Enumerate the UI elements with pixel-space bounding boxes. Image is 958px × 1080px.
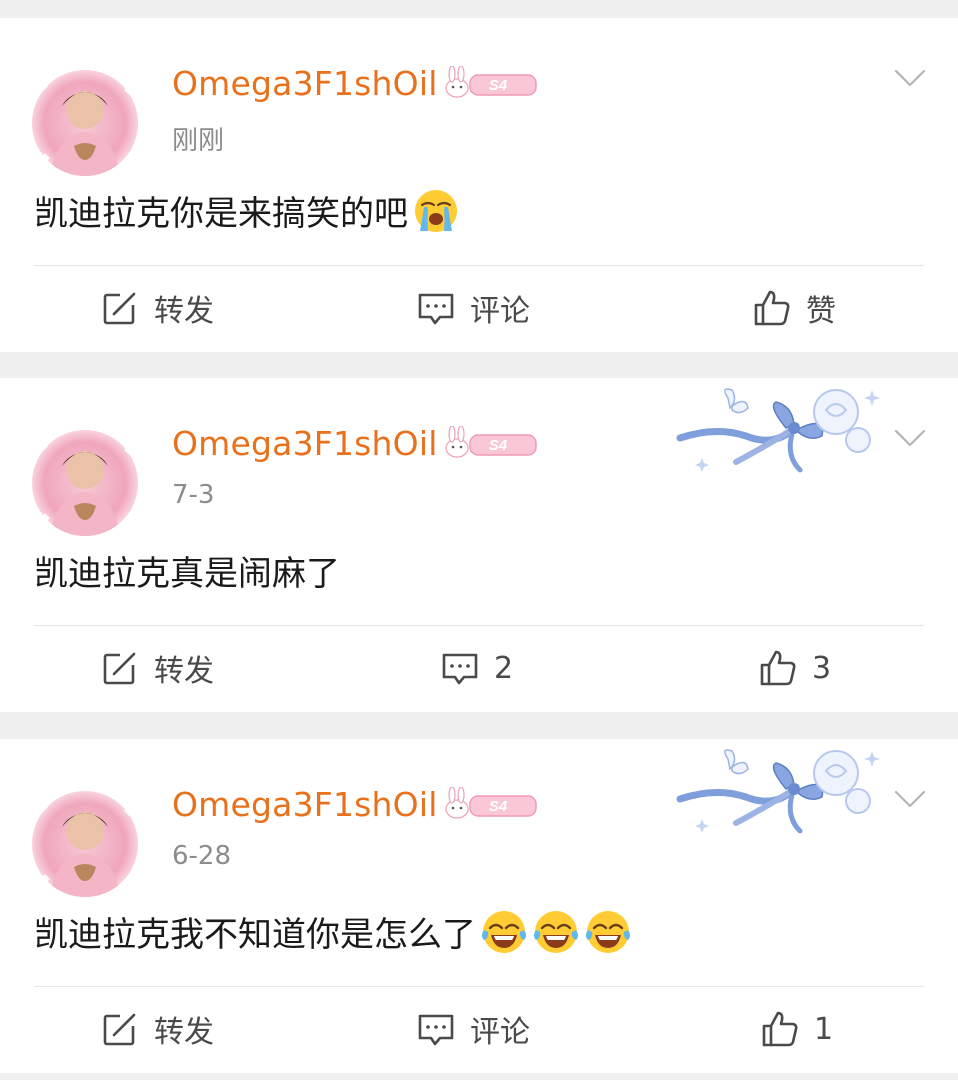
tears-of-joy-emoji (532, 908, 580, 956)
repost-label: 转发 (154, 1015, 214, 1050)
username[interactable]: Omega3F1shOil (172, 785, 438, 824)
chevron-down-icon[interactable] (892, 787, 928, 811)
thumbs-up-icon (758, 648, 798, 688)
like-label: 赞 (806, 294, 836, 329)
comment-icon (440, 648, 480, 688)
divider (34, 986, 924, 987)
repost-icon (100, 1009, 140, 1049)
post-card[interactable]: Omega3F1shOil S4 刚刚 凯迪拉克你是来搞笑的吧 转发 评论 赞 (0, 18, 958, 352)
repost-icon (100, 288, 140, 328)
comment-label: 评论 (470, 1015, 530, 1050)
comment-icon (416, 288, 456, 328)
post-text-row: 凯迪拉克真是闹麻了 (34, 546, 340, 595)
comment-count: 2 (494, 650, 514, 686)
ribbon-rose-decoration (676, 747, 880, 841)
repost-button[interactable]: 转发 (100, 1007, 214, 1051)
loudly-crying-emoji (412, 187, 460, 235)
ribbon-rose-decoration (676, 386, 880, 480)
comment-label: 评论 (470, 294, 530, 329)
like-button[interactable]: 赞 (752, 286, 836, 330)
post-text: 凯迪拉克真是闹麻了 (34, 554, 340, 594)
tears-of-joy-emoji (584, 908, 632, 956)
like-button[interactable]: 1 (760, 1007, 833, 1051)
post-card[interactable]: Omega3F1shOil S4 7-3 凯迪拉克真是闹麻了 转发 2 3 (0, 378, 958, 712)
like-button[interactable]: 3 (758, 646, 831, 690)
repost-icon (100, 648, 140, 688)
post-text: 凯迪拉克我不知道你是怎么了 (34, 915, 476, 955)
level-badge: S4 (442, 787, 540, 823)
timestamp: 6-28 (172, 841, 232, 871)
comment-button[interactable]: 2 (440, 646, 513, 690)
chevron-down-icon[interactable] (892, 426, 928, 450)
post-card[interactable]: Omega3F1shOil S4 6-28 凯迪拉克我不知道你是怎么了 转发 评… (0, 739, 958, 1073)
thumbs-up-icon (752, 288, 792, 328)
avatar[interactable] (32, 791, 138, 897)
comment-icon (416, 1009, 456, 1049)
comment-button[interactable]: 评论 (416, 1007, 530, 1051)
tears-of-joy-emoji (480, 908, 528, 956)
level-badge: S4 (442, 426, 540, 462)
repost-button[interactable]: 转发 (100, 646, 214, 690)
chevron-down-icon[interactable] (892, 66, 928, 90)
post-text: 凯迪拉克你是来搞笑的吧 (34, 194, 408, 234)
repost-label: 转发 (154, 654, 214, 689)
badge-label: S4 (489, 437, 508, 454)
timestamp: 7-3 (172, 480, 215, 510)
thumbs-up-icon (760, 1009, 800, 1049)
avatar[interactable] (32, 70, 138, 176)
badge-label: S4 (489, 798, 508, 815)
badge-label: S4 (489, 77, 508, 94)
like-count: 3 (812, 650, 832, 686)
divider (34, 265, 924, 266)
post-text-row: 凯迪拉克你是来搞笑的吧 (34, 186, 460, 235)
repost-label: 转发 (154, 294, 214, 329)
like-count: 1 (814, 1011, 834, 1047)
username[interactable]: Omega3F1shOil (172, 64, 438, 103)
level-badge: S4 (442, 66, 540, 102)
timestamp: 刚刚 (172, 126, 225, 156)
username[interactable]: Omega3F1shOil (172, 424, 438, 463)
comment-feed: Omega3F1shOil S4 刚刚 凯迪拉克你是来搞笑的吧 转发 评论 赞 … (0, 0, 958, 1080)
divider (34, 625, 924, 626)
comment-button[interactable]: 评论 (416, 286, 530, 330)
avatar[interactable] (32, 430, 138, 536)
post-text-row: 凯迪拉克我不知道你是怎么了 (34, 907, 632, 956)
repost-button[interactable]: 转发 (100, 286, 214, 330)
